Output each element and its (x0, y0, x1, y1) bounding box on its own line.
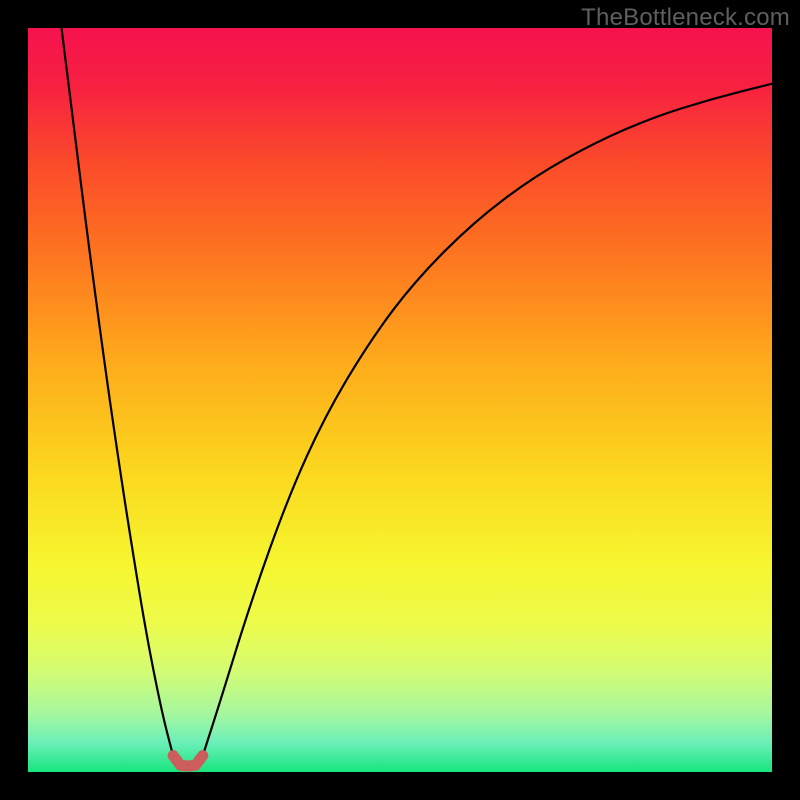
watermark-label: TheBottleneck.com (581, 4, 790, 32)
plot-frame (28, 28, 772, 772)
gradient-background (28, 28, 772, 772)
bottleneck-chart (28, 28, 772, 772)
